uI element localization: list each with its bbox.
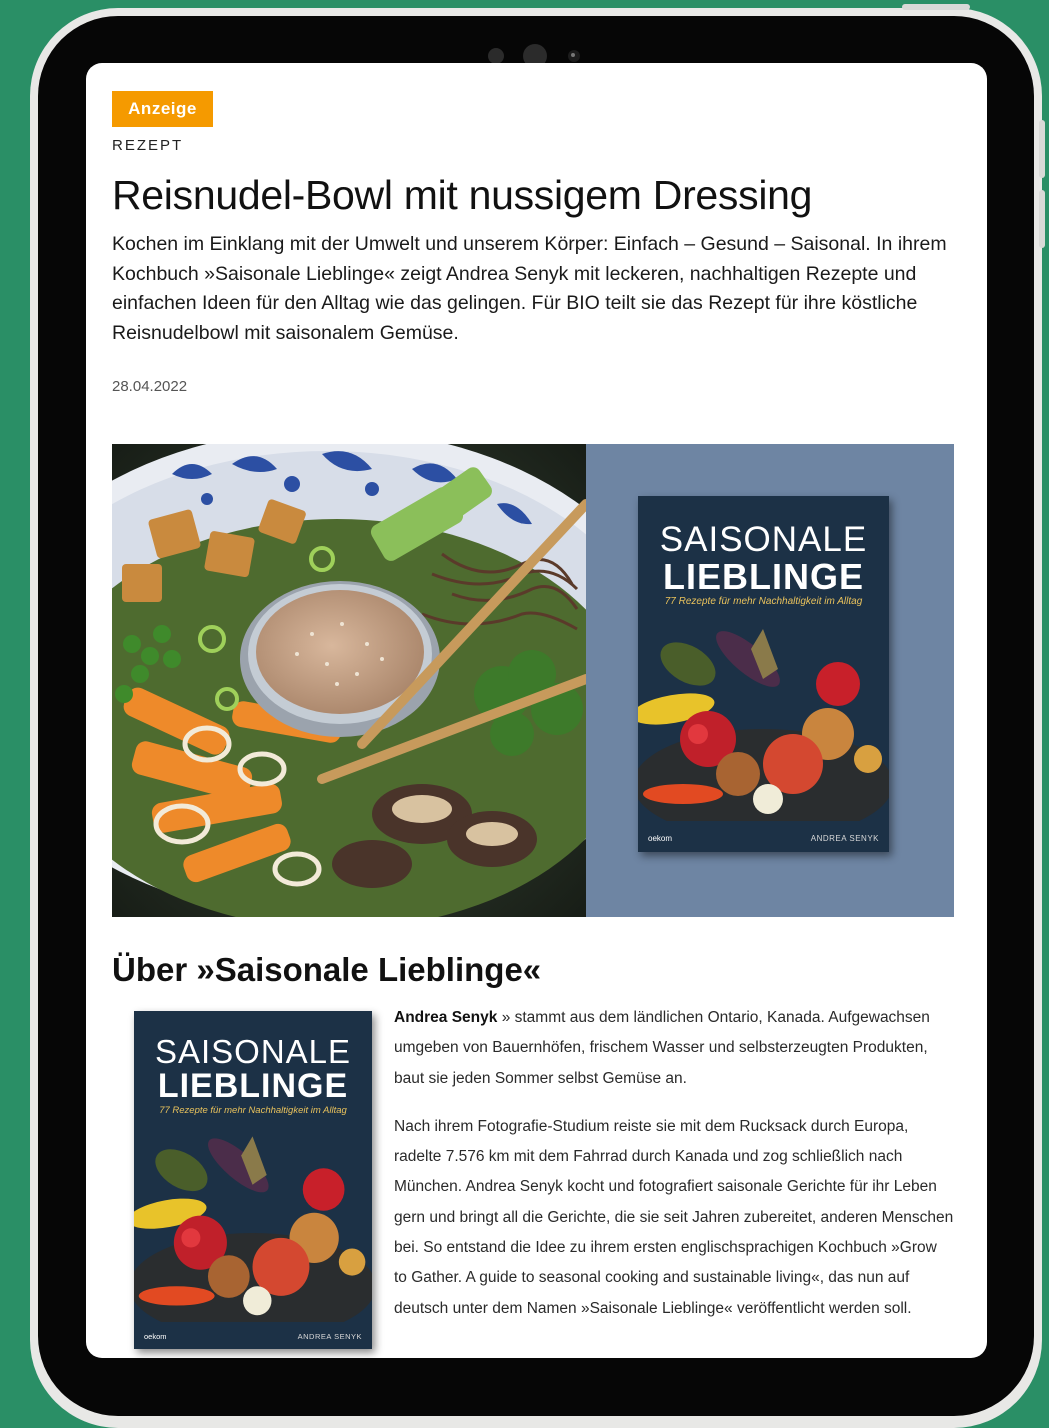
bio-paragraph-2: Nach ihrem Fotografie-Studium reiste sie… xyxy=(394,1117,954,1317)
tablet-screen[interactable]: Anzeige REZEPT Reisnudel-Bowl mit nussig… xyxy=(86,63,987,1358)
hero-side-panel: SAISONALE LIEBLINGE 77 Rezepte für mehr … xyxy=(586,444,954,917)
book-author: ANDREA SENYK xyxy=(810,834,879,843)
bio-paragraph-1: Andrea Senyk » stammt aus dem ländlichen… xyxy=(394,1003,954,1094)
book-title-line1: SAISONALE xyxy=(659,520,868,559)
tablet-volume-up-button xyxy=(1039,120,1045,178)
book-cover: SAISONALE LIEBLINGE 77 Rezepte für mehr … xyxy=(638,496,889,852)
vegetables-illustration xyxy=(638,609,889,839)
category-label[interactable]: REZEPT xyxy=(112,137,183,154)
book-title-line2: LIEBLINGE xyxy=(662,556,864,597)
author-bio: Andrea Senyk » stammt aus dem ländlichen… xyxy=(394,1003,954,1324)
book-cover-small: SAISONALE LIEBLINGE 77 Rezepte für mehr … xyxy=(134,1011,372,1349)
camera-lens-icon xyxy=(568,50,580,62)
section-heading: Über »Saisonale Lieblinge« xyxy=(112,951,542,988)
vegetables-illustration xyxy=(134,1117,372,1340)
publisher-logo: oekom xyxy=(648,834,673,843)
author-name: Andrea Senyk xyxy=(394,1009,498,1026)
article-lead: Kochen im Einklang mit der Umwelt und un… xyxy=(112,233,947,344)
book-title-line1: SAISONALE xyxy=(154,1033,352,1070)
rice-noodle-bowl-photo xyxy=(112,444,586,917)
book-subtitle: 77 Rezepte für mehr Nachhaltigkeit im Al… xyxy=(664,596,863,607)
tablet-volume-down-button xyxy=(1039,190,1045,248)
tablet-power-button xyxy=(902,4,970,10)
ad-badge: Anzeige xyxy=(112,91,213,127)
hero-image[interactable]: SAISONALE LIEBLINGE 77 Rezepte für mehr … xyxy=(112,444,954,917)
article-date: 28.04.2022 xyxy=(112,378,188,395)
book-subtitle: 77 Rezepte für mehr Nachhaltigkeit im Al… xyxy=(159,1105,347,1116)
article-title: Reisnudel-Bowl mit nussigem Dressing xyxy=(112,172,813,218)
publisher-logo: oekom xyxy=(144,1332,167,1341)
book-author: ANDREA SENYK xyxy=(297,1332,362,1341)
book-title-line2: LIEBLINGE xyxy=(157,1067,349,1105)
sensor-icon xyxy=(488,48,504,64)
